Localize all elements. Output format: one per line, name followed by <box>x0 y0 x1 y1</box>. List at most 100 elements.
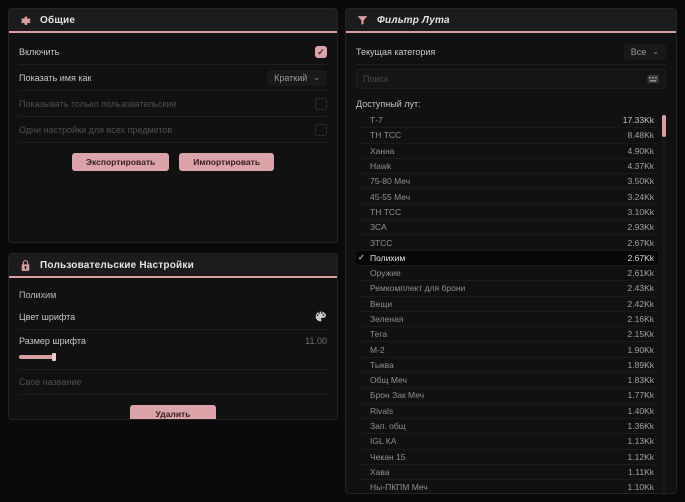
display-name-value: Краткий <box>274 72 308 83</box>
display-name-row: Показать имя как Краткий ⌄ <box>19 65 327 91</box>
loot-item-value: 1.13Kk <box>627 436 654 447</box>
font-size-value: 11.00 <box>305 336 327 346</box>
loot-item-name: Ремкомплект для брони <box>370 283 466 294</box>
loot-item-name: Общ Меч <box>370 375 407 386</box>
loot-row[interactable]: Ремкомплект для брони 2.43Kk <box>356 281 658 297</box>
chevron-down-icon: ⌄ <box>652 47 659 56</box>
resize-handle[interactable] <box>346 490 351 493</box>
loot-filter-body: Текущая категория Все ⌄ Доступный лут: Т… <box>346 33 676 493</box>
loot-item-name: Брон Зак Меч <box>370 390 425 401</box>
funnel-icon <box>356 14 369 27</box>
loot-item-value: 2.16Kk <box>627 314 654 324</box>
loot-row[interactable]: Хава 1.11Kk <box>356 465 658 481</box>
loot-item-name: Чекан 15 <box>370 451 406 462</box>
loot-item-value: 4.37Kk <box>627 161 654 172</box>
delete-button[interactable]: Удалить <box>129 405 217 419</box>
user-settings-icon <box>19 259 32 272</box>
same-settings-row: Одни настройки для всех предметов <box>19 117 327 143</box>
left-column: Общие Включить ✓ Показать имя как Кратки… <box>8 8 338 494</box>
loot-scrollbar[interactable] <box>662 113 666 493</box>
loot-row[interactable]: Тега 2.15Kk <box>356 327 658 343</box>
loot-row[interactable]: Оружие 2.61Kk <box>356 266 658 282</box>
loot-row[interactable]: ТН ТСС 3.10Kk <box>356 205 658 221</box>
same-settings-checkbox[interactable] <box>315 123 327 136</box>
only-custom-label: Показывать только пользовательские <box>19 98 177 109</box>
font-size-slider[interactable] <box>19 353 327 361</box>
loot-item-name: 45-55 Меч <box>370 191 411 202</box>
loot-row[interactable]: 75-80 Меч 3.50Kk <box>356 174 658 190</box>
only-custom-checkbox[interactable] <box>315 97 327 110</box>
loot-row[interactable]: М-2 1.90Kk <box>356 342 658 358</box>
general-panel: Общие Включить ✓ Показать имя как Кратки… <box>8 8 338 243</box>
enable-checkbox[interactable]: ✓ <box>315 45 327 58</box>
loot-row[interactable]: 45-55 Меч 3.24Kk <box>356 189 658 205</box>
mod-settings-screen: Общие Включить ✓ Показать имя как Кратки… <box>0 0 685 502</box>
loot-row[interactable]: IGL КА 1.13Kk <box>356 434 658 450</box>
category-dropdown[interactable]: Все ⌄ <box>623 43 666 60</box>
loot-item-value: 2.15Kk <box>627 329 654 340</box>
search-input[interactable] <box>363 74 647 84</box>
loot-row[interactable]: ✓ Полихим 2.67Kk <box>356 250 658 266</box>
import-button[interactable]: Импортировать <box>179 153 275 171</box>
loot-item-value: 17.33Kk <box>622 115 654 126</box>
export-import-row: Экспортировать Импортировать <box>19 153 327 171</box>
custom-settings-body: Полихим Цвет шрифта Размер шрифта 11.00 <box>9 278 337 419</box>
loot-filter-header: Фильтр Лута <box>346 9 676 33</box>
loot-item-name: Тега <box>370 329 388 340</box>
loot-item-value: 3.24Kk <box>627 191 654 202</box>
loot-row[interactable]: Брон Зак Меч 1.77Kk <box>356 388 658 404</box>
panel-title: Пользовательские Настройки <box>40 259 194 271</box>
only-custom-row: Показывать только пользовательские <box>19 91 327 117</box>
loot-row[interactable]: ТН ТСС 8.48Kk <box>356 128 658 144</box>
loot-item-name: М-2 <box>370 344 385 355</box>
loot-row[interactable]: Hawk 4.37Kk <box>356 159 658 175</box>
palette-icon[interactable] <box>314 310 327 323</box>
loot-row[interactable]: ЗСА 2.93Kk <box>356 220 658 236</box>
loot-item-name: Ханна <box>370 145 395 156</box>
loot-row[interactable]: Зеленая 2.16Kk <box>356 312 658 328</box>
category-value: Все <box>630 46 647 57</box>
loot-item-name: Т-7 <box>370 115 383 126</box>
slider-handle[interactable] <box>52 353 56 361</box>
slider-fill <box>19 355 55 359</box>
loot-item-name: IGL КА <box>370 436 397 447</box>
font-size-block: Размер шрифта 11.00 <box>19 330 327 370</box>
panel-title: Общие <box>40 14 76 26</box>
enable-row: Включить ✓ <box>19 39 327 65</box>
loot-row[interactable]: Тыква 1.89Kk <box>356 358 658 374</box>
custom-name-input[interactable] <box>19 370 327 395</box>
font-color-row: Цвет шрифта <box>19 304 327 330</box>
loot-item-value: 2.93Kk <box>627 222 654 233</box>
search-box <box>356 69 666 89</box>
loot-row[interactable]: Вещи 2.42Kk <box>356 297 658 312</box>
search-settings-icon[interactable] <box>647 74 659 84</box>
loot-item-name: 75-80 Меч <box>370 176 411 187</box>
display-name-dropdown[interactable]: Краткий ⌄ <box>267 69 327 86</box>
loot-row[interactable]: Общ Меч 1.83Kk <box>356 373 658 389</box>
loot-row[interactable]: Rivals 1.40Kk <box>356 404 658 419</box>
loot-item-value: 4.90Kk <box>627 145 654 156</box>
general-panel-body: Включить ✓ Показать имя как Краткий ⌄ По… <box>9 33 337 239</box>
gear-icon <box>19 14 32 27</box>
loot-item-value: 2.61Kk <box>627 268 654 279</box>
loot-row[interactable]: Чекан 15 1.12Kk <box>356 450 658 465</box>
loot-item-value: 1.10Kk <box>627 482 654 493</box>
loot-row[interactable]: Т-7 17.33Kk <box>356 113 658 129</box>
scrollbar-thumb[interactable] <box>662 115 666 137</box>
loot-item-value: 3.50Kk <box>627 176 654 187</box>
loot-item-value: 1.83Kk <box>627 375 654 386</box>
loot-item-name: ТН ТСС <box>370 206 402 217</box>
export-button[interactable]: Экспортировать <box>71 153 170 171</box>
loot-row[interactable]: ЗТСС 2.67Kk <box>356 235 658 251</box>
category-label: Текущая категория <box>356 46 436 57</box>
panel-empty-space <box>19 171 327 229</box>
loot-item-name: Хава <box>370 466 390 477</box>
loot-row[interactable]: Ны-ПКПМ Меч 1.10Kk <box>356 480 658 493</box>
chevron-down-icon: ⌄ <box>313 73 320 82</box>
loot-row[interactable]: Ханна 4.90Kk <box>356 144 658 159</box>
loot-item-value: 8.48Kk <box>627 130 654 141</box>
selected-item-name: Полихим <box>19 290 57 300</box>
loot-item-value: 3.10Kk <box>627 206 654 217</box>
loot-row[interactable]: Зап. общ 1.36Kk <box>356 419 658 435</box>
loot-item-name: ТН ТСС <box>370 130 402 141</box>
